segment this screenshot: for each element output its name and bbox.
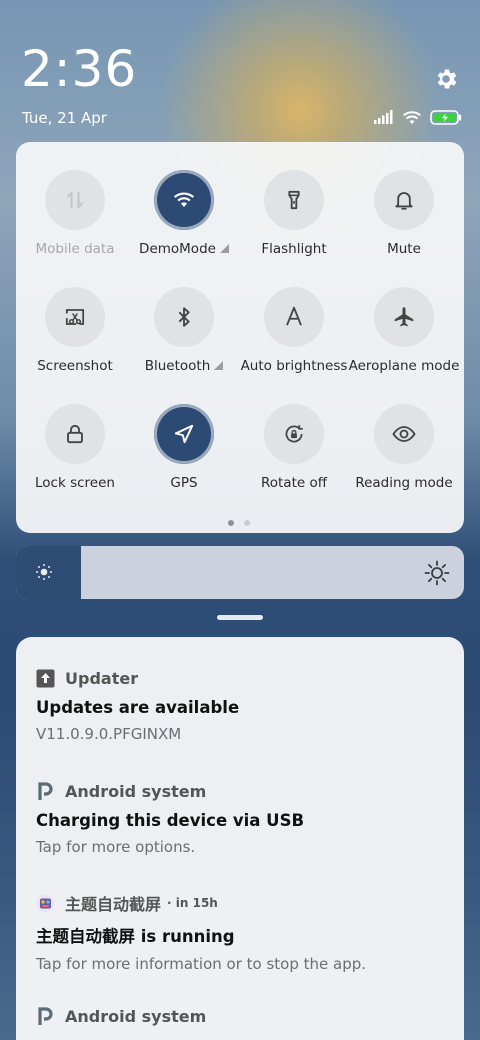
tile-label: DemoMode (139, 241, 229, 257)
tile-toggle[interactable] (154, 287, 214, 347)
android-system-icon (38, 781, 53, 800)
tile-label: Mute (387, 241, 421, 257)
tile-gps[interactable]: GPS (129, 404, 239, 504)
tile-aeroplane-mode[interactable]: Aeroplane mode (349, 287, 459, 387)
expand-triangle-icon (219, 244, 229, 253)
tile-label-text: Lock screen (35, 475, 115, 491)
notification-app-name: Android system (65, 781, 207, 801)
notification-app-name: Updater (65, 668, 139, 688)
status-icons (374, 108, 462, 126)
notification-text: Tap for more information or to stop the … (36, 955, 367, 973)
tile-label: Auto brightness (241, 358, 348, 374)
notification-text: V11.0.9.0.PFGINXM (36, 725, 182, 743)
tile-mute[interactable]: Mute (349, 170, 459, 270)
tile-toggle[interactable] (374, 404, 434, 464)
tile-label-text: Auto brightness (240, 358, 348, 374)
expand-triangle-icon (214, 361, 224, 370)
notification-item[interactable]: Android system (36, 1005, 456, 1027)
tile-label: Screenshot (37, 358, 113, 374)
bell-icon (395, 192, 413, 210)
screenshot-icon (65, 309, 85, 325)
tile-toggle[interactable] (154, 170, 214, 230)
lock-icon (67, 424, 83, 444)
notification-item[interactable]: Updater Updates are available V11.0.9.0.… (36, 667, 456, 744)
tile-toggle[interactable] (374, 170, 434, 230)
tile-label: Rotate off (261, 475, 327, 491)
tile-toggle[interactable] (374, 287, 434, 347)
notification-time-value: in 15h (175, 896, 218, 910)
tile-label: Aeroplane mode (349, 358, 460, 374)
tile-reading-mode[interactable]: Reading mode (349, 404, 459, 504)
tile-label: Mobile data (36, 241, 115, 257)
page-dot-active (228, 520, 234, 526)
tile-screenshot[interactable]: Screenshot (20, 287, 130, 387)
battery-charging-icon (430, 109, 462, 125)
tile-toggle[interactable] (264, 287, 324, 347)
signal-icon (374, 110, 393, 124)
tile-label-text: GPS (170, 475, 198, 491)
clock-date: Tue, 21 Apr (22, 109, 107, 127)
notification-panel: Updater Updates are available V11.0.9.0.… (16, 637, 464, 1040)
eye-icon (392, 426, 416, 442)
tile-label-text: Flashlight (261, 241, 327, 257)
tile-toggle[interactable] (45, 287, 105, 347)
auto-brightness-icon (286, 306, 302, 326)
tile-label: Bluetooth (145, 358, 224, 374)
tile-label-text: Bluetooth (144, 358, 211, 374)
location-icon (174, 424, 194, 444)
updater-icon (36, 669, 55, 687)
wifi-icon (403, 110, 421, 124)
theme-app-icon (36, 894, 55, 912)
brightness-slider[interactable] (16, 546, 464, 599)
tile-demomode[interactable]: DemoMode (129, 170, 239, 270)
tile-label-text: Aeroplane mode (348, 358, 460, 374)
airplane-icon (394, 307, 414, 327)
tile-toggle[interactable] (264, 170, 324, 230)
tile-mobile-data[interactable]: Mobile data (20, 170, 130, 270)
tile-label: Lock screen (35, 475, 115, 491)
notification-item[interactable]: Android system Charging this device via … (36, 780, 456, 857)
notification-title: 主题自动截屏 is running (36, 927, 235, 946)
page-indicator (228, 520, 250, 526)
drag-handle[interactable] (217, 615, 263, 620)
page-dot[interactable] (244, 520, 250, 526)
notification-title: Charging this device via USB (36, 811, 305, 830)
tile-bluetooth[interactable]: Bluetooth (129, 287, 239, 387)
tile-auto-brightness[interactable]: Auto brightness (239, 287, 349, 387)
android-system-icon (38, 1006, 53, 1025)
brightness-low-icon (36, 564, 52, 580)
bluetooth-icon (178, 307, 190, 327)
tile-lock-screen[interactable]: Lock screen (20, 404, 130, 504)
tile-label-text: DemoMode (139, 241, 216, 257)
tile-toggle[interactable] (45, 404, 105, 464)
tile-rotate-off[interactable]: Rotate off (239, 404, 349, 504)
tile-label-text: Reading mode (355, 475, 453, 491)
notification-app-name: 主题自动截屏 (65, 895, 162, 914)
notification-app-name: Android system (65, 1006, 207, 1026)
mobile-data-icon (66, 191, 84, 209)
tile-toggle[interactable] (264, 404, 324, 464)
tile-toggle[interactable] (154, 404, 214, 464)
brightness-high-icon (424, 560, 450, 586)
wifi-icon (173, 192, 195, 207)
tile-label-text: Screenshot (37, 358, 113, 374)
notification-title: Updates are available (36, 698, 240, 717)
tile-label: GPS (170, 475, 197, 491)
gear-icon[interactable] (433, 66, 459, 92)
tile-label: Flashlight (261, 241, 326, 257)
tile-label-text: Mobile data (35, 241, 115, 257)
tile-flashlight[interactable]: Flashlight (239, 170, 349, 270)
notification-time: · in 15h (167, 896, 218, 910)
tile-toggle[interactable] (45, 170, 105, 230)
tile-label: Reading mode (355, 475, 452, 491)
flashlight-icon (288, 190, 300, 210)
tile-label-text: Mute (387, 241, 421, 257)
clock-time: 2:36 (21, 40, 138, 98)
notification-text: Tap for more options. (36, 838, 196, 856)
quick-settings-panel: Mobile data DemoMode Flashlight Mute Screens… (16, 142, 464, 533)
tile-label-text: Rotate off (260, 475, 328, 491)
rotate-lock-icon (285, 425, 303, 443)
notification-item[interactable]: 主题自动截屏 · in 15h 主题自动截屏 is running Tap fo… (36, 892, 456, 973)
